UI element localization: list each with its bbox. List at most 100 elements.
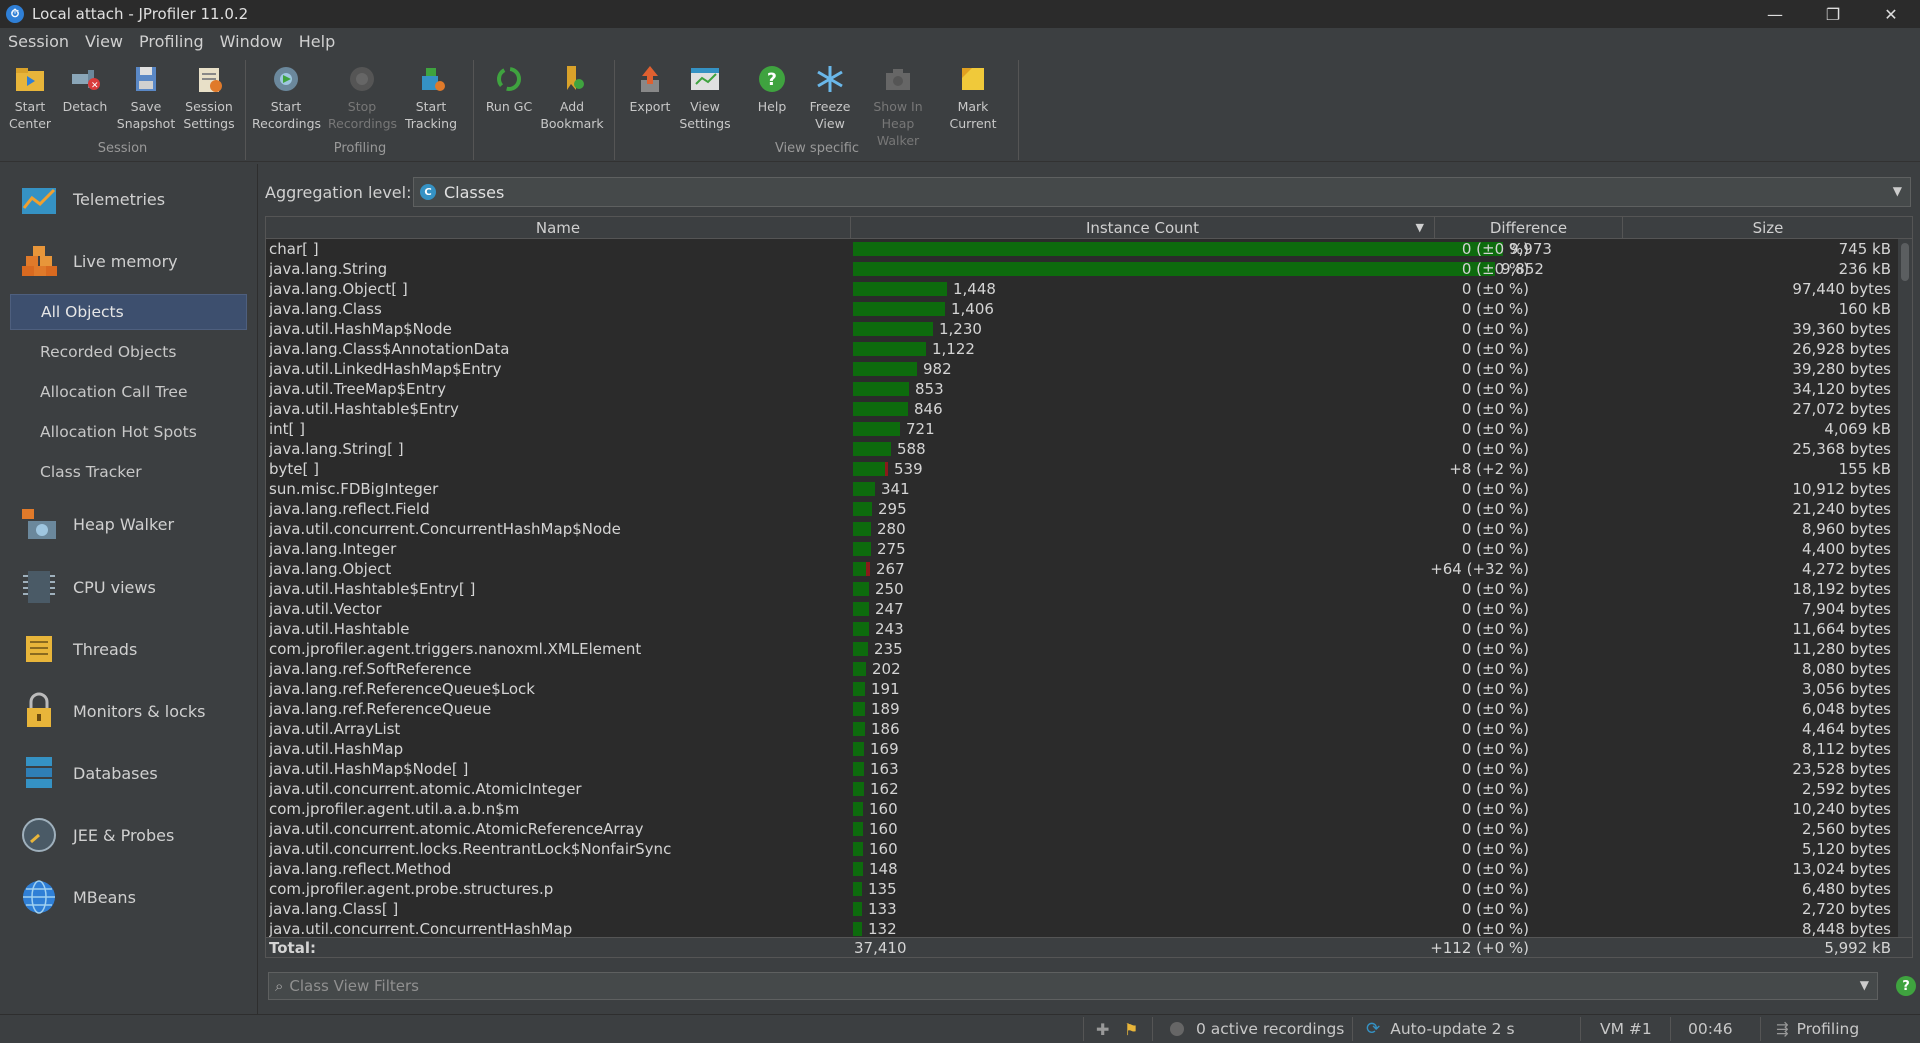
table-row[interactable]: java.util.concurrent.ConcurrentHashMap 13… [266, 919, 1898, 939]
column-header-instance-count[interactable]: Instance Count ▼ [851, 217, 1435, 239]
add-bookmark-button[interactable]: Add Bookmark [538, 64, 606, 138]
table-row[interactable]: java.util.Hashtable$Entry 846 0 (±0 %) 27,0… [266, 399, 1898, 419]
mark-current-button[interactable]: Mark Current [939, 64, 1007, 138]
table-row[interactable]: com.jprofiler.agent.triggers.nanoxml.XML… [266, 639, 1898, 659]
sidebar-item-telemetries[interactable]: Telemetries [0, 174, 258, 224]
sidebar-item-all-objects[interactable]: All Objects [10, 294, 247, 330]
instance-count-value: 846 [914, 400, 943, 418]
table-row[interactable]: java.lang.String 9,852 0 (±0 %) 236 kB [266, 259, 1898, 279]
table-row[interactable]: java.util.HashMap 169 0 (±0 %) 8,112 bytes [266, 739, 1898, 759]
table-row[interactable]: java.util.Hashtable 243 0 (±0 %) 11,664 byt… [266, 619, 1898, 639]
table-row[interactable]: java.lang.reflect.Field 295 0 (±0 %) 21,240… [266, 499, 1898, 519]
sidebar-item-class-tracker[interactable]: Class Tracker [10, 454, 247, 490]
instance-count-bar [853, 722, 865, 736]
svg-text:✕: ✕ [91, 81, 99, 91]
table-row[interactable]: java.util.Vector 247 0 (±0 %) 7,904 bytes [266, 599, 1898, 619]
sidebar-item-jee-probes[interactable]: JEE & Probes [0, 810, 258, 860]
sidebar-item-mbeans[interactable]: MBeans [0, 872, 258, 922]
save-snapshot-button[interactable]: Save Snapshot [112, 64, 180, 138]
table-row[interactable]: java.util.concurrent.ConcurrentHashMap$N… [266, 519, 1898, 539]
table-row[interactable]: java.util.LinkedHashMap$Entry 982 0 (±0 %)… [266, 359, 1898, 379]
instance-count-bar [853, 382, 909, 396]
table-row[interactable]: java.util.HashMap$Node[ ] 163 0 (±0 %) 23,5… [266, 759, 1898, 779]
table-row[interactable]: java.lang.Object 267 +64 (+32 %) 4,272 byte… [266, 559, 1898, 579]
table-row[interactable]: java.util.concurrent.atomic.AtomicIntege… [266, 779, 1898, 799]
sidebar-item-threads[interactable]: Threads [0, 624, 258, 674]
start-recordings-button[interactable]: Start Recordings [252, 64, 321, 138]
sidebar-item-allocation-call-tree[interactable]: Allocation Call Tree [10, 374, 247, 410]
menu-profiling[interactable]: Profiling [131, 32, 212, 51]
sidebar-item-allocation-hot-spots[interactable]: Allocation Hot Spots [10, 414, 247, 450]
sidebar-item-databases[interactable]: Databases [0, 748, 258, 798]
heap-walker-icon [20, 505, 58, 543]
sidebar-item-live-memory[interactable]: Live memory [0, 236, 258, 286]
table-row[interactable]: java.lang.Integer 275 0 (±0 %) 4,400 bytes [266, 539, 1898, 559]
table-row[interactable]: java.util.TreeMap$Entry 853 0 (±0 %) 34,120… [266, 379, 1898, 399]
stop-recordings-button[interactable]: Stop Recordings [328, 64, 397, 138]
size-cell: 8,448 bytes [1801, 920, 1891, 938]
size-cell: 23,528 bytes [1792, 760, 1891, 778]
table-row[interactable]: java.util.ArrayList 186 0 (±0 %) 4,464 byte… [266, 719, 1898, 739]
menu-window[interactable]: Window [212, 32, 291, 51]
session-settings-button[interactable]: Session Settings [175, 64, 243, 138]
vertical-scrollbar[interactable] [1898, 239, 1912, 937]
table-row[interactable]: sun.misc.FDBigInteger 341 0 (±0 %) 10,912 b… [266, 479, 1898, 499]
table-row[interactable]: java.lang.reflect.Method 148 0 (±0 %) 13,02… [266, 859, 1898, 879]
table-row[interactable]: java.lang.Class[ ] 133 0 (±0 %) 2,720 bytes [266, 899, 1898, 919]
help-icon[interactable]: ? [1896, 976, 1916, 996]
detach-button[interactable]: ✕ Detach [51, 64, 119, 138]
table-row[interactable]: int[ ] 721 0 (±0 %) 4,069 kB [266, 419, 1898, 439]
table-row[interactable]: java.lang.Class$AnnotationData 1,122 0 (±0… [266, 339, 1898, 359]
instance-count-value: 160 [869, 820, 898, 838]
sidebar-item-cpu-views[interactable]: CPU views [0, 562, 258, 612]
instance-count-value: 160 [869, 840, 898, 858]
sidebar-item-monitors-locks[interactable]: Monitors & locks [0, 686, 258, 736]
autoupdate-status[interactable]: ⟳ Auto-update 2 s [1366, 1015, 1515, 1043]
column-header-name[interactable]: Name [266, 217, 851, 239]
sidebar-item-recorded-objects[interactable]: Recorded Objects [10, 334, 247, 370]
menu-session[interactable]: Session [0, 32, 77, 51]
pin-icon[interactable]: ✚ [1096, 1015, 1109, 1043]
column-header-size[interactable]: Size [1623, 217, 1912, 239]
sidebar-item-heap-walker[interactable]: Heap Walker [0, 499, 258, 549]
probe-icon [20, 816, 58, 854]
table-row[interactable]: java.lang.Object[ ] 1,448 0 (±0 %) 97,440 b… [266, 279, 1898, 299]
table-row[interactable]: com.jprofiler.agent.util.a.a.b.n$m 160 0 (… [266, 799, 1898, 819]
class-name-cell: java.lang.Object[ ] [269, 280, 408, 298]
start-tracking-button[interactable]: Start Tracking [397, 64, 465, 138]
scrollbar-thumb[interactable] [1901, 243, 1909, 281]
table-row[interactable]: com.jprofiler.agent.probe.structures.p 13… [266, 879, 1898, 899]
table-row[interactable]: java.lang.ref.ReferenceQueue 189 0 (±0 %) 6… [266, 699, 1898, 719]
column-header-difference[interactable]: Difference [1435, 217, 1623, 239]
table-row[interactable]: byte[ ] 539 +8 (+2 %) 155 kB [266, 459, 1898, 479]
freeze-view-button[interactable]: Freeze View [796, 64, 864, 138]
table-row[interactable]: java.util.Hashtable$Entry[ ] 250 0 (±0 %) 1… [266, 579, 1898, 599]
table-row[interactable]: java.lang.ref.SoftReference 202 0 (±0 %) 8,… [266, 659, 1898, 679]
view-settings-button[interactable]: View Settings [671, 64, 739, 138]
chevron-down-icon[interactable]: ▼ [1860, 978, 1869, 992]
table-row[interactable]: char[ ] 9,973 0 (±0 %) 745 kB [266, 239, 1898, 259]
table-row[interactable]: java.lang.ref.ReferenceQueue$Lock 191 0 (±… [266, 679, 1898, 699]
aggregation-level-select[interactable]: C Classes ▼ [413, 177, 1911, 207]
table-row[interactable]: java.util.concurrent.locks.ReentrantLock… [266, 839, 1898, 859]
table-row[interactable]: java.util.concurrent.atomic.AtomicRefere… [266, 819, 1898, 839]
menu-help[interactable]: Help [291, 32, 343, 51]
show-in-heap-walker-button[interactable]: Show In Heap Walker [860, 64, 936, 148]
table-row[interactable]: java.lang.Class 1,406 0 (±0 %) 160 kB [266, 299, 1898, 319]
flag-icon[interactable]: ⚑ [1124, 1015, 1138, 1043]
run-gc-button[interactable]: Run GC [475, 64, 543, 138]
minimize-button[interactable]: — [1746, 0, 1804, 28]
lock-icon [20, 692, 58, 730]
table-row[interactable]: java.lang.String[ ] 588 0 (±0 %) 25,368 byt… [266, 439, 1898, 459]
chevron-down-icon[interactable]: ▼ [1893, 184, 1902, 198]
instance-count-value: 186 [871, 720, 900, 738]
class-view-filter-input[interactable]: ⌕ Class View Filters ▼ [268, 972, 1878, 1000]
close-button[interactable]: ✕ [1862, 0, 1920, 28]
menu-view[interactable]: View [77, 32, 131, 51]
instance-count-bar [853, 542, 871, 556]
maximize-button[interactable]: ❐ [1804, 0, 1862, 28]
status-separator [1580, 1017, 1581, 1041]
table-row[interactable]: java.util.HashMap$Node 1,230 0 (±0 %) 39,36… [266, 319, 1898, 339]
recordings-status[interactable]: 0 active recordings [1170, 1015, 1344, 1043]
size-cell: 8,960 bytes [1801, 520, 1891, 538]
